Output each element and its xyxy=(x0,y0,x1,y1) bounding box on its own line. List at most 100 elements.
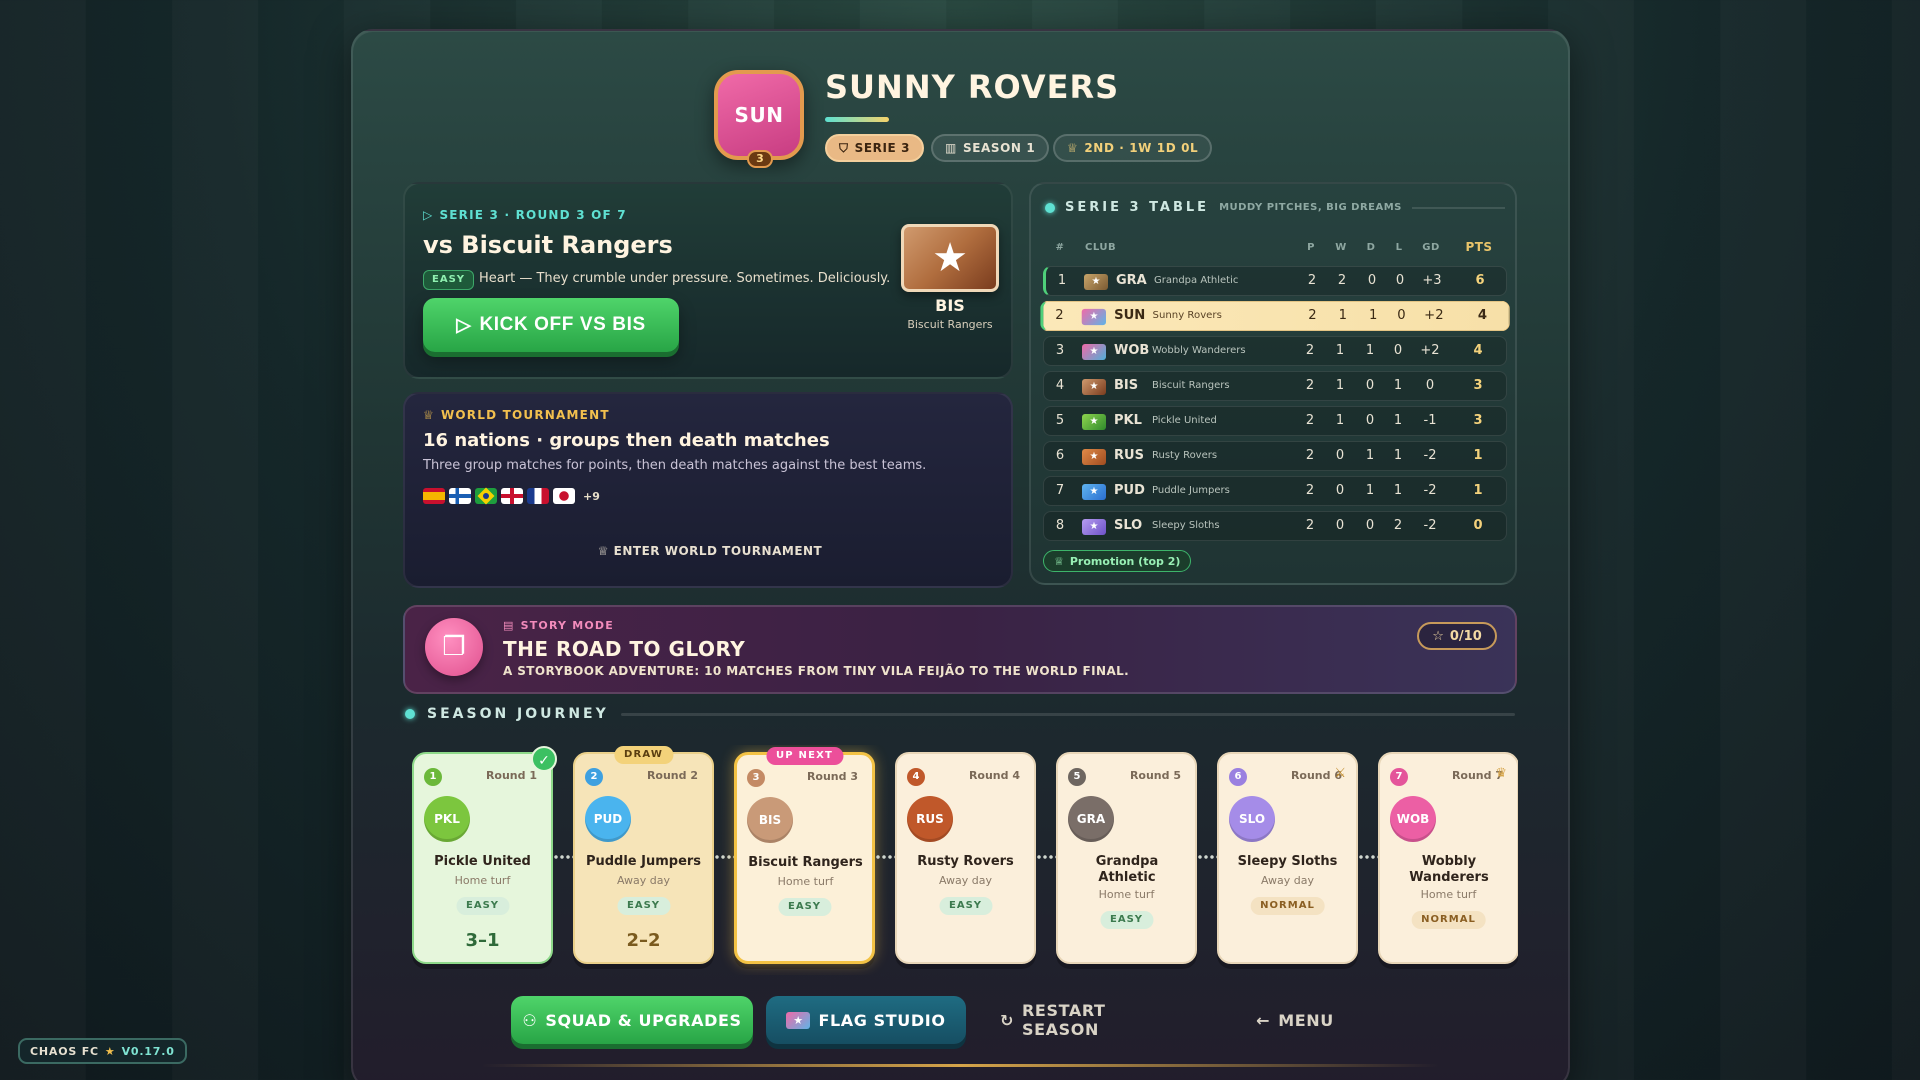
club-flag: ★ xyxy=(1084,274,1108,290)
journey-card-round-1[interactable]: 1 Round 1 PKL Pickle United Home turf EA… xyxy=(412,746,557,964)
restart-season-button[interactable]: ↻ RESTART SEASON xyxy=(1000,996,1180,1044)
flag-finland xyxy=(449,488,471,504)
enter-world-tournament-link[interactable]: ♕ ENTER WORLD TOURNAMENT xyxy=(405,544,1015,558)
enter-world-tournament-label: ENTER WORLD TOURNAMENT xyxy=(613,544,823,558)
crest-abbr: SUN xyxy=(734,103,784,127)
flag-france xyxy=(527,488,549,504)
squad-upgrades-label: SQUAD & UPGRADES xyxy=(545,1010,742,1030)
journey-card-round-2[interactable]: 2 Round 2 PUD Puddle Jumpers Away day EA… xyxy=(573,746,714,964)
next-match-eyebrow: ▷ SERIE 3 · ROUND 3 OF 7 xyxy=(423,208,627,222)
difficulty-badge: EASY xyxy=(1099,911,1154,929)
row-lost: 0 xyxy=(1395,273,1405,288)
table-row: 8 ★ SLO Sleepy Sloths 2 0 0 2 -2 0 xyxy=(1043,511,1507,541)
club-flag: ★ xyxy=(1082,484,1106,500)
league-table-subtitle: MUDDY PITCHES, BIG DREAMS xyxy=(1219,202,1402,213)
row-points: 6 xyxy=(1475,273,1485,288)
row-goal-diff: 0 xyxy=(1425,378,1435,393)
season-chip-label: SEASON 1 xyxy=(962,141,1036,155)
table-row: 2 ★ SUN Sunny Rovers 2 1 1 0 +2 4 xyxy=(1040,300,1510,332)
club-name: Pickle United xyxy=(1152,415,1217,426)
league-table-card: SERIE 3 TABLE MUDDY PITCHES, BIG DREAMS … xyxy=(1029,182,1517,585)
story-mode-label: STORY MODE xyxy=(520,619,614,632)
col-played: P xyxy=(1307,242,1315,253)
trophy-icon: ♕ xyxy=(1067,141,1079,155)
club-abbr: WOB xyxy=(1114,343,1150,358)
season-journey-title: SEASON JOURNEY xyxy=(427,706,609,722)
story-mode-banner[interactable]: ❐ ▤ STORY MODE THE ROAD TO GLORY A STORYB… xyxy=(403,605,1517,694)
book-icon: ▤ xyxy=(503,619,515,632)
opponent-name: Sleepy Sloths xyxy=(1237,854,1338,869)
world-tournament-eyebrow: ♕ WORLD TOURNAMENT xyxy=(423,408,610,422)
menu-button[interactable]: ← MENU xyxy=(1255,996,1335,1044)
restart-season-label: RESTART SEASON xyxy=(1022,1001,1106,1039)
check-icon: ✓ xyxy=(531,746,557,772)
row-played: 2 xyxy=(1305,483,1315,498)
journey-card-round-7[interactable]: 7 Round 7 WOB Wobbly Wanderers Home turf… xyxy=(1378,752,1518,964)
users-icon: ⚇ xyxy=(522,1010,538,1030)
crossed-swords-icon: ⚔ xyxy=(1334,766,1346,781)
row-points: 3 xyxy=(1473,413,1483,428)
opponent-name: Grandpa Athletic xyxy=(1095,854,1159,885)
crest-level-badge: 3 xyxy=(747,150,773,168)
match-score: 2–2 xyxy=(626,930,661,951)
league-table-header: SERIE 3 TABLE MUDDY PITCHES, BIG DREAMS xyxy=(1045,200,1505,215)
season-chip: ▥ SEASON 1 xyxy=(931,134,1050,162)
world-tournament-label: WORLD TOURNAMENT xyxy=(440,408,610,422)
club-name: Grandpa Athletic xyxy=(1154,275,1239,286)
round-label: Round 1 xyxy=(485,769,537,782)
journey-card-round-5[interactable]: 5 Round 5 GRA Grandpa Athletic Home turf… xyxy=(1056,752,1197,964)
col-points: PTS xyxy=(1465,240,1493,254)
world-tournament-card[interactable]: ♕ WORLD TOURNAMENT 16 nations · groups th… xyxy=(403,392,1013,588)
row-points: 1 xyxy=(1473,448,1483,463)
table-column-headers: # CLUB P W D L GD PTS xyxy=(1045,240,1505,258)
round-number: 7 xyxy=(1390,768,1408,786)
row-drawn: 0 xyxy=(1365,518,1375,533)
row-goal-diff: -2 xyxy=(1423,518,1437,533)
row-drawn: 0 xyxy=(1365,413,1375,428)
round-number: 1 xyxy=(424,768,442,786)
journey-card-round-4[interactable]: 4 Round 4 RUS Rusty Rovers Away day EASY xyxy=(895,752,1036,964)
row-drawn: 1 xyxy=(1368,307,1378,324)
star-icon: ★ xyxy=(104,1044,116,1058)
opponent-name: Rusty Rovers xyxy=(917,854,1014,869)
round-label: Round 2 xyxy=(646,769,698,782)
row-played: 2 xyxy=(1307,273,1317,288)
row-lost: 1 xyxy=(1393,448,1403,463)
next-match-round: SERIE 3 · ROUND 3 OF 7 xyxy=(439,208,627,222)
arrow-left-icon: ← xyxy=(1256,1010,1271,1030)
club-flag: ★ xyxy=(1081,308,1106,326)
league-table-rows: 1 ★ GRA Grandpa Athletic 2 2 0 0 +3 6 2 … xyxy=(1040,266,1510,546)
row-won: 1 xyxy=(1338,307,1347,324)
nation-flags: +9 xyxy=(423,487,600,505)
venue-label: Home turf xyxy=(777,875,834,888)
venue-label: Away day xyxy=(938,874,993,887)
record-chip-label: 2ND · 1W 1D 0L xyxy=(1084,141,1199,155)
story-eyebrow: ▤ STORY MODE xyxy=(503,619,614,632)
row-goal-diff: +2 xyxy=(1420,343,1440,358)
col-won: W xyxy=(1335,242,1347,253)
table-row: 7 ★ PUD Puddle Jumpers 2 0 1 1 -2 1 xyxy=(1043,476,1507,506)
club-name: Sleepy Sloths xyxy=(1152,520,1220,531)
row-drawn: 1 xyxy=(1365,343,1375,358)
opponent-badge: RUS xyxy=(907,796,953,842)
version-number: V0.17.0 xyxy=(121,1044,175,1058)
more-flags-count: +9 xyxy=(583,489,600,503)
journey-card-round-6[interactable]: 6 Round 6 SLO Sleepy Sloths Away day NOR… xyxy=(1217,752,1358,964)
row-goal-diff: +3 xyxy=(1422,273,1442,288)
difficulty-tag: EASY xyxy=(423,270,475,290)
squad-upgrades-button[interactable]: ⚇ SQUAD & UPGRADES xyxy=(511,996,753,1044)
journey-connector xyxy=(1197,855,1219,859)
table-row: 5 ★ PKL Pickle United 2 1 0 1 -1 3 xyxy=(1043,406,1507,436)
journey-card-round-3[interactable]: 3 Round 3 BIS Biscuit Rangers Home turf … xyxy=(734,747,875,964)
refresh-icon: ↻ xyxy=(1000,1010,1015,1030)
club-name: Biscuit Rangers xyxy=(1152,380,1230,391)
record-chip: ♕ 2ND · 1W 1D 0L xyxy=(1053,134,1213,162)
team-crest: SUN xyxy=(714,70,804,160)
flag-studio-button[interactable]: ★ FLAG STUDIO xyxy=(766,996,966,1044)
team-name: SUNNY ROVERS xyxy=(825,68,1120,106)
serie-chip-label: SERIE 3 xyxy=(854,141,911,155)
flag-spain xyxy=(423,488,445,504)
kickoff-button[interactable]: ▷ KICK OFF VS BIS xyxy=(423,298,679,352)
difficulty-badge: EASY xyxy=(777,898,832,916)
col-drawn: D xyxy=(1366,242,1376,253)
